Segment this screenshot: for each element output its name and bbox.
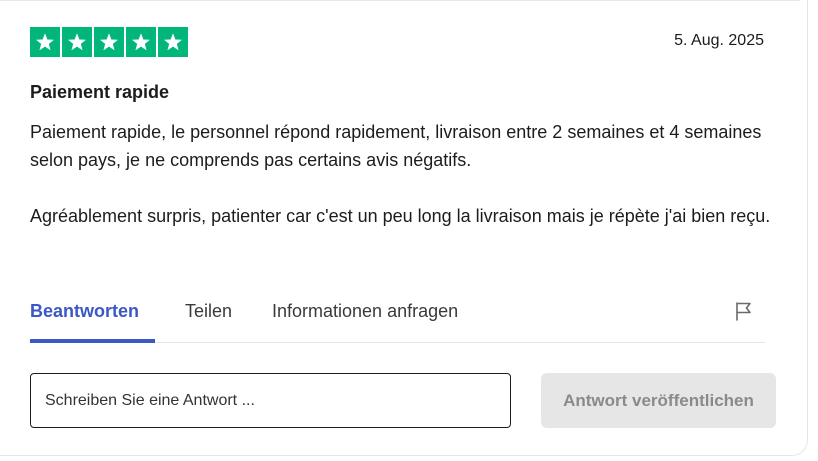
publish-reply-button[interactable]: Antwort veröffentlichen	[541, 373, 776, 428]
flag-icon[interactable]	[733, 300, 755, 322]
tab-request-info[interactable]: Informationen anfragen	[272, 301, 458, 322]
star-rating	[30, 27, 188, 57]
reply-input[interactable]	[30, 373, 511, 428]
star-icon	[126, 27, 156, 57]
star-icon	[62, 27, 92, 57]
star-icon	[158, 27, 188, 57]
tab-reply[interactable]: Beantworten	[30, 301, 139, 322]
review-paragraph: Agréablement surpris, patienter car c'es…	[30, 206, 771, 226]
review-body: Paiement rapide, le personnel répond rap…	[30, 118, 790, 230]
review-card: 5. Aug. 2025 Paiement rapide Paiement ra…	[0, 0, 808, 456]
review-paragraph: Paiement rapide, le personnel répond rap…	[30, 122, 762, 170]
active-tab-indicator	[30, 339, 155, 343]
review-title: Paiement rapide	[30, 82, 170, 102]
star-icon	[30, 27, 60, 57]
review-date: 5. Aug. 2025	[674, 32, 764, 49]
star-icon	[94, 27, 124, 57]
action-tabs: Beantworten Teilen Informationen anfrage…	[30, 298, 765, 343]
card-divider	[0, 0, 800, 1]
tab-share[interactable]: Teilen	[185, 301, 232, 322]
